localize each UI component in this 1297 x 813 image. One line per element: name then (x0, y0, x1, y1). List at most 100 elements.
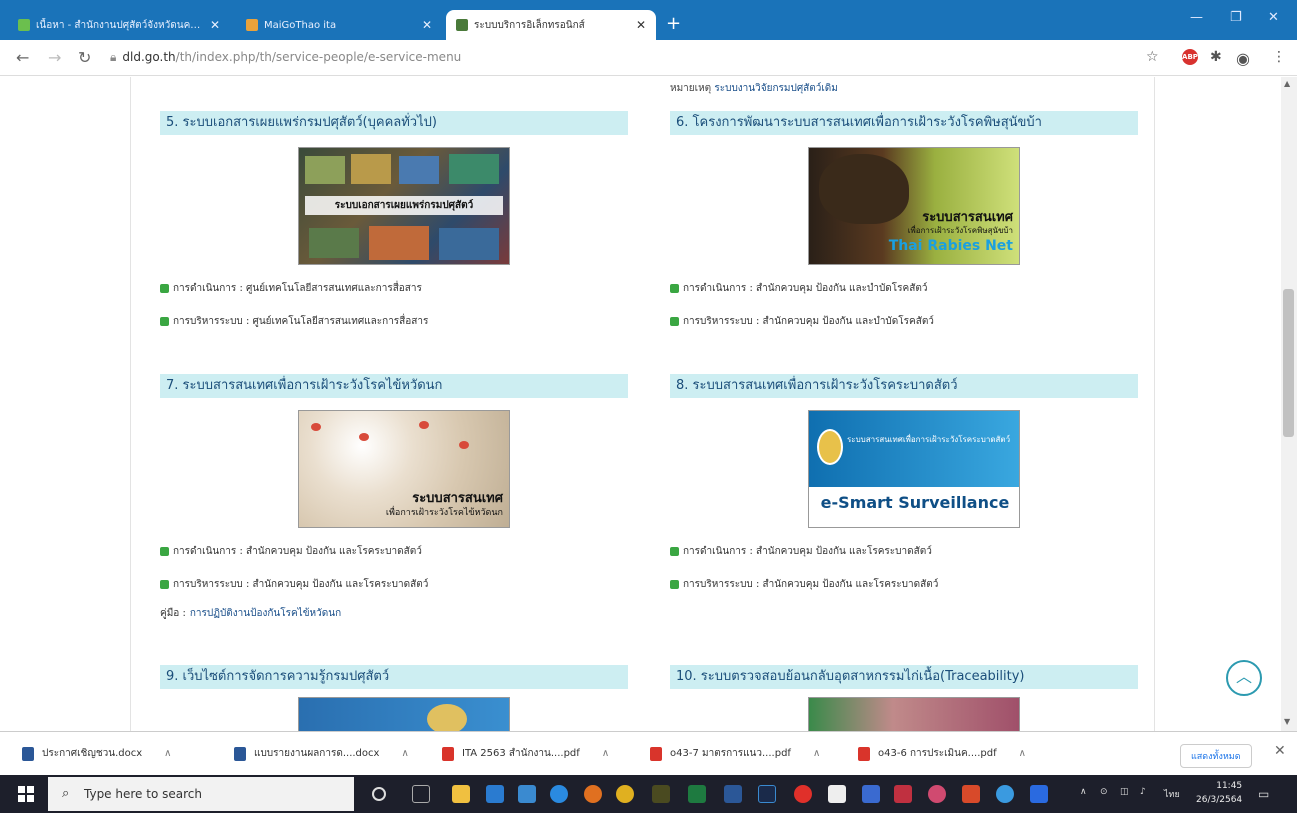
chevron-up-icon[interactable]: ∧ (164, 748, 171, 759)
book-cover (369, 226, 429, 260)
download-shelf: ประกาศเชิญชวน.docx ∧ แบบรายงานผลการด....… (0, 731, 1297, 775)
edge-icon[interactable] (550, 785, 568, 803)
tray-chevron-icon[interactable]: ∧ (1080, 787, 1087, 797)
card-header: 7. ระบบสารสนเทศเพื่อการเฝ้าระวังโรคไข้หว… (160, 374, 628, 398)
opera-icon[interactable] (794, 785, 812, 803)
operation-text: การดำเนินการ : ศูนย์เทคโนโลยีสารสนเทศและ… (173, 283, 422, 294)
chevron-up-icon[interactable]: ∧ (1019, 748, 1026, 759)
zoom-icon[interactable] (1030, 785, 1048, 803)
book-cover (309, 228, 359, 258)
word-icon[interactable] (724, 785, 742, 803)
chevron-up-icon[interactable]: ∧ (401, 748, 408, 759)
admin-line: การบริหารระบบ : สำนักควบคุม ป้องกัน และโ… (670, 577, 1138, 592)
photoshop-icon[interactable] (758, 785, 776, 803)
admin-text: การบริหารระบบ : สำนักควบคุม ป้องกัน และบ… (683, 316, 934, 327)
document-icon[interactable] (828, 785, 846, 803)
back-to-top-button[interactable]: ︿ (1226, 660, 1262, 696)
show-all-downloads-button[interactable]: แสดงทั้งหมด (1180, 744, 1252, 768)
filezilla-icon[interactable] (962, 785, 980, 803)
card-image-publications[interactable]: ระบบเอกสารเผยแพร่กรมปศุสัตว์ (298, 147, 510, 265)
download-item[interactable]: o43-7 มาตรการแนว....pdf ∧ (650, 746, 820, 761)
extensions-puzzle-icon[interactable]: ✱ (1210, 49, 1222, 65)
task-view-icon[interactable] (412, 785, 430, 803)
manual-line: คู่มือ : การปฏิบัติงานป้องกันโรคไข้หวัดน… (160, 606, 628, 621)
download-filename: o43-7 มาตรการแนว....pdf (670, 748, 791, 759)
file-explorer-icon[interactable] (452, 785, 470, 803)
minimize-icon[interactable]: — (1190, 10, 1203, 25)
tray-wifi-icon[interactable]: ◫ (1120, 787, 1129, 797)
image-caption-3: Thai Rabies Net (888, 238, 1013, 254)
chrome-icon[interactable] (616, 785, 634, 803)
service-card-6: 6. โครงการพัฒนาระบบสารสนเทศเพื่อการเฝ้าร… (670, 111, 1138, 329)
cortana-icon[interactable] (372, 787, 386, 801)
forward-icon[interactable]: → (48, 48, 61, 67)
card-image-rabies[interactable]: ระบบสารสนเทศ เพื่อการเฝ้าระวังโรคพิษสุนั… (808, 147, 1020, 265)
app-icon[interactable] (862, 785, 880, 803)
app-icon[interactable] (894, 785, 912, 803)
scroll-down-icon[interactable]: ▼ (1284, 717, 1290, 726)
taskbar-search-box[interactable]: ⌕ Type here to search (48, 777, 354, 811)
card-header: 9. เว็บไซต์การจัดการความรู้กรมปศุสัตว์ (160, 665, 628, 689)
app-icon[interactable] (928, 785, 946, 803)
operation-line: การดำเนินการ : ศูนย์เทคโนโลยีสารสนเทศและ… (160, 281, 628, 296)
tab-title: เนื้อหา - สำนักงานปศุสัตว์จังหวัดนครราชส… (36, 19, 204, 31)
close-tab-icon[interactable]: ✕ (422, 18, 432, 32)
download-item[interactable]: o43-6 การประเมินค....pdf ∧ (858, 746, 1026, 761)
mail-icon[interactable] (518, 785, 536, 803)
chicken-comb-shape (359, 433, 369, 441)
card-image-bird-flu[interactable]: ระบบสารสนเทศ เพื่อการเฝ้าระวังโรคไข้หวัด… (298, 410, 510, 528)
app-icon[interactable] (996, 785, 1014, 803)
admin-line: การบริหารระบบ : ศูนย์เทคโนโลยีสารสนเทศแล… (160, 314, 628, 329)
adblock-icon[interactable]: ABP (1182, 49, 1198, 65)
close-shelf-icon[interactable]: ✕ (1274, 743, 1286, 759)
operation-text: การดำเนินการ : สำนักควบคุม ป้องกัน และโร… (173, 546, 422, 557)
menu-kebab-icon[interactable]: ⋮ (1272, 49, 1286, 65)
reload-icon[interactable]: ↻ (78, 48, 91, 67)
tray-network-icon[interactable]: ⊙ (1100, 787, 1108, 797)
word-file-icon (22, 746, 34, 761)
tab-maigothao[interactable]: MaiGoThao ita ✕ (236, 10, 442, 40)
scroll-up-icon[interactable]: ▲ (1284, 79, 1290, 88)
download-item[interactable]: ITA 2563 สำนักงาน....pdf ∧ (442, 746, 609, 761)
card-header: 6. โครงการพัฒนาระบบสารสนเทศเพื่อการเฝ้าร… (670, 111, 1138, 135)
book-cover (351, 154, 391, 184)
department-seal-icon (817, 429, 843, 465)
close-tab-icon[interactable]: ✕ (636, 18, 646, 32)
book-cover (439, 228, 499, 260)
note-link[interactable]: ระบบงานวิจัยกรมปศุสัตว์เดิม (714, 83, 838, 94)
card-image-knowledge[interactable] (298, 697, 510, 731)
close-window-icon[interactable]: ✕ (1268, 10, 1279, 25)
download-item[interactable]: แบบรายงานผลการด....docx ∧ (234, 746, 409, 761)
card-image-traceability[interactable] (808, 697, 1020, 731)
maximize-icon[interactable]: ❐ (1230, 10, 1242, 25)
tab-nakhon-livestock[interactable]: เนื้อหา - สำนักงานปศุสัตว์จังหวัดนครราชส… (8, 10, 230, 40)
book-cover (305, 156, 345, 184)
chevron-up-icon[interactable]: ∧ (813, 748, 820, 759)
start-tile (27, 786, 34, 793)
store-icon[interactable] (486, 785, 504, 803)
close-tab-icon[interactable]: ✕ (210, 18, 220, 32)
operation-line: การดำเนินการ : สำนักควบคุม ป้องกัน และโร… (160, 544, 628, 559)
illustrator-icon[interactable] (652, 785, 670, 803)
download-item[interactable]: ประกาศเชิญชวน.docx ∧ (22, 746, 171, 761)
notification-icon[interactable]: ▭ (1258, 787, 1269, 801)
admin-text: การบริหารระบบ : สำนักควบคุม ป้องกัน และโ… (173, 579, 429, 590)
profile-avatar-icon[interactable]: ◉ (1236, 49, 1250, 68)
tray-volume-icon[interactable]: ♪ (1140, 787, 1146, 797)
card-image-e-smart-surveillance[interactable]: ระบบสารสนเทศเพื่อการเฝ้าระวังโรคระบาดสัต… (808, 410, 1020, 528)
excel-icon[interactable] (688, 785, 706, 803)
bookmark-star-icon[interactable]: ☆ (1146, 49, 1159, 65)
url-field[interactable]: 🔒︎ dld.go.th/th/index.php/th/service-peop… (110, 50, 461, 65)
tray-language[interactable]: ไทย (1164, 787, 1180, 801)
scrollbar-thumb[interactable] (1283, 289, 1294, 437)
back-icon[interactable]: ← (16, 48, 29, 67)
chevron-up-icon[interactable]: ∧ (602, 748, 609, 759)
tab-e-service[interactable]: ระบบบริการอิเล็กทรอนิกส์ ✕ (446, 10, 656, 40)
taskbar-clock[interactable]: 11:45 26/3/2564 (1196, 779, 1242, 807)
firefox-icon[interactable] (584, 785, 602, 803)
lock-icon: 🔒︎ (110, 50, 117, 64)
new-tab-button[interactable]: + (666, 13, 681, 34)
windows-start-icon[interactable] (18, 786, 34, 802)
manual-link[interactable]: การปฏิบัติงานป้องกันโรคไข้หวัดนก (190, 606, 341, 621)
admin-text: การบริหารระบบ : ศูนย์เทคโนโลยีสารสนเทศแล… (173, 316, 429, 327)
